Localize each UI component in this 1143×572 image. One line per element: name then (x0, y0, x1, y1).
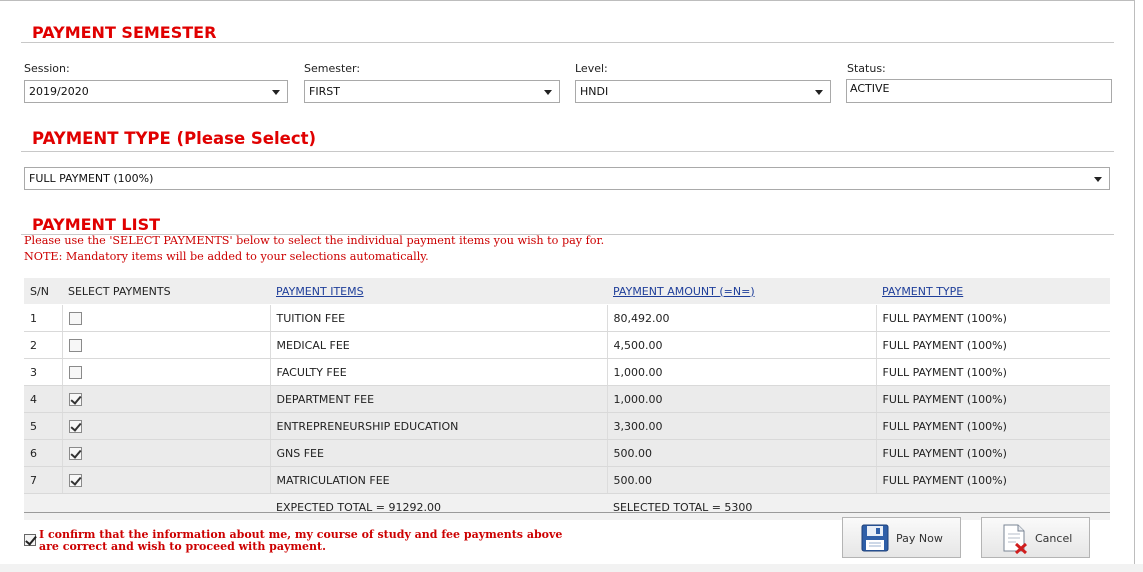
payment-item-cell: MATRICULATION FEE (269, 466, 607, 494)
payment-amount-cell: 500.00 (606, 439, 876, 467)
payment-amount-cell: 4,500.00 (606, 331, 876, 359)
chevron-down-icon (815, 90, 823, 95)
sn-cell: 3 (24, 358, 62, 386)
session-label: Session: (24, 62, 70, 75)
payment-list-title: PAYMENT LIST (32, 215, 161, 234)
cancel-label: Cancel (1035, 532, 1073, 545)
payment-type-cell: FULL PAYMENT (100%) (875, 385, 1110, 413)
payment-semester-title: PAYMENT SEMESTER (32, 23, 217, 42)
confirm-checkbox[interactable] (24, 534, 36, 546)
select-payment-checkbox[interactable] (68, 473, 82, 487)
payment-item-cell: GNS FEE (269, 439, 607, 467)
payment-amount-header[interactable]: PAYMENT AMOUNT (=N=) (607, 278, 876, 305)
select-payment-checkbox[interactable] (68, 446, 82, 460)
payment-amount-cell: 1,000.00 (606, 385, 876, 413)
document-cancel-icon (1003, 524, 1028, 555)
pay-now-button[interactable]: Pay Now (842, 517, 961, 558)
select-payment-checkbox[interactable] (68, 365, 82, 379)
payment-type-cell: FULL PAYMENT (100%) (875, 439, 1110, 467)
payment-list-instruction: Please use the 'SELECT PAYMENTS' below t… (24, 234, 605, 247)
table-bottom-rule (24, 512, 1110, 513)
table-header-row: S/N SELECT PAYMENTS PAYMENT ITEMS PAYMEN… (24, 278, 1110, 305)
select-payment-checkbox[interactable] (68, 311, 82, 325)
sn-cell: 5 (24, 412, 62, 440)
select-payment-checkbox[interactable] (68, 338, 82, 352)
payment-item-cell: MEDICAL FEE (269, 331, 607, 359)
payment-amount-cell: 1,000.00 (606, 358, 876, 386)
payment-amount-cell: 3,300.00 (606, 412, 876, 440)
table-row: 2 MEDICAL FEE 4,500.00 FULL PAYMENT (100… (24, 331, 1110, 359)
sn-header: S/N (24, 278, 62, 305)
cancel-button[interactable]: Cancel (981, 517, 1090, 558)
level-select[interactable]: HNDI (575, 80, 831, 103)
payment-item-cell: FACULTY FEE (269, 358, 607, 386)
select-cell (61, 358, 270, 386)
payment-items-header[interactable]: PAYMENT ITEMS (270, 278, 607, 305)
select-cell (61, 331, 270, 359)
sn-cell: 4 (24, 385, 62, 413)
select-cell (61, 439, 270, 467)
select-cell (61, 412, 270, 440)
table-row: 4 DEPARTMENT FEE 1,000.00 FULL PAYMENT (… (24, 385, 1110, 413)
payment-type-value: FULL PAYMENT (100%) (29, 172, 154, 185)
semester-select[interactable]: FIRST (304, 80, 560, 103)
section-divider (21, 42, 1114, 43)
selected-total: SELECTED TOTAL = 5300 (607, 493, 876, 521)
mandatory-items-note: NOTE: Mandatory items will be added to y… (24, 250, 429, 263)
level-value: HNDI (580, 85, 609, 98)
select-cell (61, 304, 270, 332)
floppy-disk-icon (861, 524, 889, 552)
payment-amount-cell: 500.00 (606, 466, 876, 494)
payment-type-header[interactable]: PAYMENT TYPE (876, 278, 1110, 305)
session-select[interactable]: 2019/2020 (24, 80, 288, 103)
payment-type-cell: FULL PAYMENT (100%) (875, 412, 1110, 440)
payment-type-cell: FULL PAYMENT (100%) (875, 466, 1110, 494)
chevron-down-icon (544, 90, 552, 95)
payment-items-table: S/N SELECT PAYMENTS PAYMENT ITEMS PAYMEN… (24, 278, 1110, 521)
confirm-statement: I confirm that the information about me,… (39, 528, 563, 553)
table-row: 6 GNS FEE 500.00 FULL PAYMENT (100%) (24, 439, 1110, 467)
semester-value: FIRST (309, 85, 340, 98)
section-divider (21, 151, 1114, 152)
table-row: 3 FACULTY FEE 1,000.00 FULL PAYMENT (100… (24, 358, 1110, 386)
select-cell (61, 466, 270, 494)
level-label: Level: (575, 62, 608, 75)
status-label: Status: (847, 62, 886, 75)
chevron-down-icon (272, 90, 280, 95)
table-row: 7 MATRICULATION FEE 500.00 FULL PAYMENT … (24, 466, 1110, 494)
status-field[interactable]: ACTIVE (846, 79, 1112, 103)
table-row: 5 ENTREPRENEURSHIP EDUCATION 3,300.00 FU… (24, 412, 1110, 440)
table-row: 1 TUITION FEE 80,492.00 FULL PAYMENT (10… (24, 304, 1110, 332)
sn-cell: 6 (24, 439, 62, 467)
bottom-strip (0, 564, 1143, 572)
payment-type-select[interactable]: FULL PAYMENT (100%) (24, 167, 1110, 190)
payment-item-cell: ENTREPRENEURSHIP EDUCATION (269, 412, 607, 440)
select-payments-header: SELECT PAYMENTS (62, 278, 270, 305)
expected-total: EXPECTED TOTAL = 91292.00 (270, 493, 607, 521)
select-payment-checkbox[interactable] (68, 419, 82, 433)
payment-type-cell: FULL PAYMENT (100%) (875, 331, 1110, 359)
pay-now-label: Pay Now (896, 532, 943, 545)
sn-cell: 7 (24, 466, 62, 494)
payment-item-cell: DEPARTMENT FEE (269, 385, 607, 413)
payment-type-title: PAYMENT TYPE (Please Select) (32, 129, 317, 148)
semester-label: Semester: (304, 62, 361, 75)
select-cell (61, 385, 270, 413)
payment-amount-cell: 80,492.00 (606, 304, 876, 332)
payment-type-cell: FULL PAYMENT (100%) (875, 358, 1110, 386)
select-payment-checkbox[interactable] (68, 392, 82, 406)
payment-type-cell: FULL PAYMENT (100%) (875, 304, 1110, 332)
session-value: 2019/2020 (29, 85, 89, 98)
sn-cell: 2 (24, 331, 62, 359)
payment-item-cell: TUITION FEE (269, 304, 607, 332)
sn-cell: 1 (24, 304, 62, 332)
chevron-down-icon (1094, 177, 1102, 182)
